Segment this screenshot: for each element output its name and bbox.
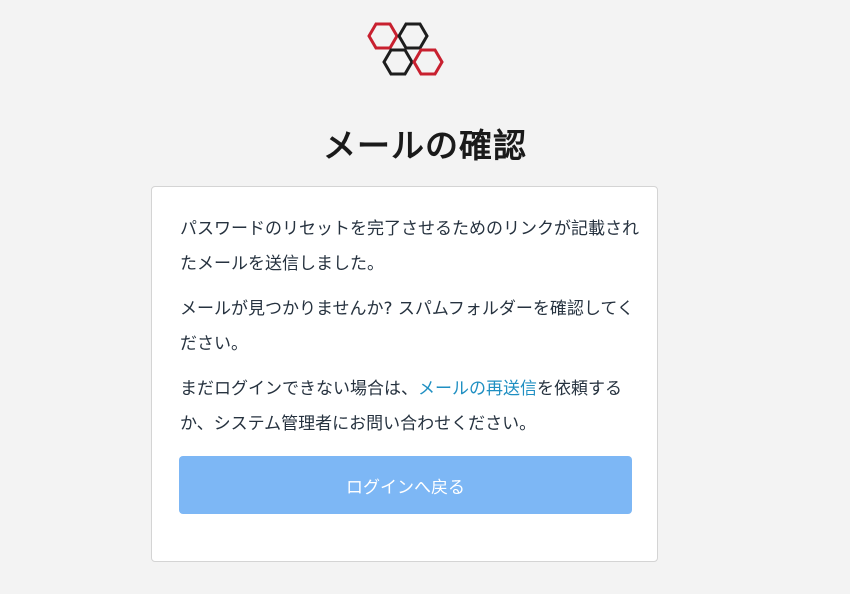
spam-folder-hint: メールが見つかりませんか? スパムフォルダーを確認してください。 [180,299,634,354]
resend-hint-prefix: まだログインできない場合は、 [180,379,418,399]
hexagon-logo-icon [367,22,444,76]
resend-hint: まだログインできない場合は、メールの再送信を依頼するか、システム管理者にお問い合… [180,372,642,442]
sent-email-message: パスワードのリセットを完了させるためのリンクが記載されたメールを送信しました。 [180,219,639,274]
message-card: パスワードのリセットを完了させるためのリンクが記載されたメールを送信しました。 … [151,186,658,562]
resend-email-link[interactable]: メールの再送信 [418,379,537,399]
page-title: メールの確認 [323,126,527,165]
back-to-login-button[interactable]: ログインへ戻る [179,456,632,514]
